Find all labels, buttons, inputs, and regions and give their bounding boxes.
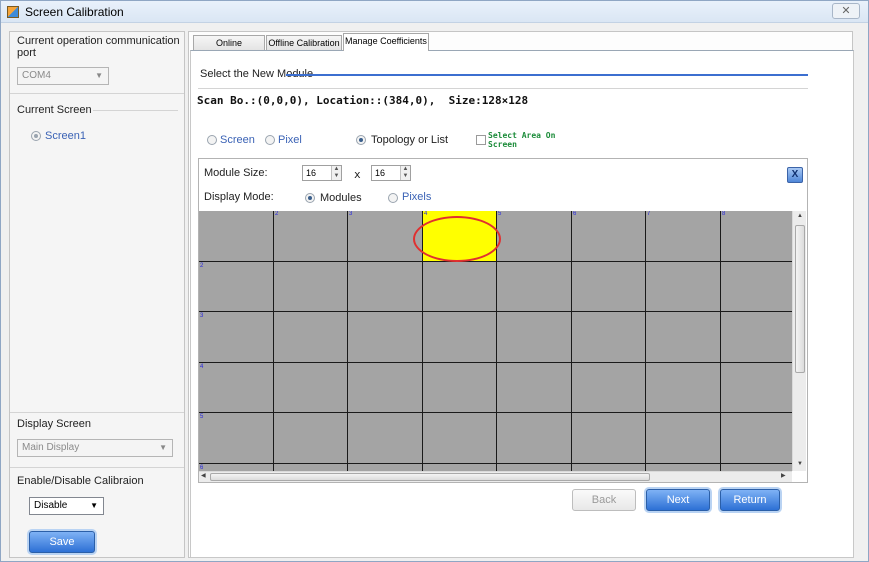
- close-button[interactable]: ✕: [832, 3, 860, 19]
- enable-disable-value: Disable: [34, 500, 68, 511]
- grid-column-line: [571, 211, 572, 471]
- enable-disable-label: Enable/Disable Calibraion: [17, 475, 144, 487]
- pixel-radio-label[interactable]: Pixel: [278, 134, 302, 146]
- grid-row-label: 5: [200, 414, 204, 420]
- module-grid[interactable]: 234567823456: [199, 211, 792, 471]
- module-height-value: 16: [375, 168, 386, 178]
- divider: [93, 110, 178, 111]
- section-divider: [286, 74, 808, 76]
- module-height-stepper[interactable]: 16 ▲ ▼: [371, 165, 411, 181]
- chevron-down-icon: ▼: [90, 501, 98, 510]
- next-button[interactable]: Next: [646, 489, 710, 511]
- scroll-up-icon[interactable]: ▲: [797, 213, 803, 219]
- grid-column-label: 3: [349, 211, 353, 217]
- highlight-ellipse: [413, 216, 501, 262]
- pixel-radio[interactable]: [265, 135, 275, 145]
- horizontal-scrollbar[interactable]: ◀ ▶: [199, 471, 792, 482]
- screen-radio[interactable]: [207, 135, 217, 145]
- grid-column-line: [347, 211, 348, 471]
- divider: [10, 412, 184, 413]
- scan-info: Scan Bo.:(0,0,0), Location::(384,0), Siz…: [197, 94, 529, 107]
- select-area-label-line2[interactable]: Screen: [488, 141, 517, 149]
- times-sign: x: [354, 168, 361, 181]
- grid-row-label: 2: [200, 263, 204, 269]
- scroll-down-icon[interactable]: ▼: [797, 461, 803, 467]
- divider: [198, 88, 808, 89]
- scroll-thumb[interactable]: [210, 473, 650, 481]
- comm-port-label: Current operation communication port: [17, 35, 180, 59]
- tab-manage-coefficients[interactable]: Manage Coefficients: [343, 33, 429, 51]
- scroll-thumb[interactable]: [795, 225, 805, 373]
- vertical-scrollbar[interactable]: ▲ ▼: [792, 211, 806, 471]
- return-button[interactable]: Return: [720, 489, 780, 511]
- grid-column-label: 6: [573, 211, 577, 217]
- select-area-label-line1[interactable]: Select Area On: [488, 132, 555, 140]
- screen1-label[interactable]: Screen1: [45, 130, 86, 142]
- window-title: Screen Calibration: [25, 5, 124, 19]
- close-panel-button[interactable]: X: [787, 167, 803, 183]
- title-bar: Screen Calibration ✕: [1, 1, 868, 23]
- grid-column-line: [645, 211, 646, 471]
- grid-column-label: 4: [424, 211, 428, 217]
- screen-radio-label[interactable]: Screen: [220, 134, 255, 146]
- comm-port-select[interactable]: COM4 ▼: [17, 67, 109, 85]
- scroll-left-icon[interactable]: ◀: [201, 472, 206, 479]
- grid-row-label: 3: [200, 313, 204, 319]
- pixels-radio[interactable]: [388, 193, 398, 203]
- grid-column-label: 8: [722, 211, 726, 217]
- module-width-stepper[interactable]: 16 ▲ ▼: [302, 165, 342, 181]
- divider: [10, 467, 184, 468]
- grid-row-line: [199, 261, 792, 262]
- grid-row-label: 4: [200, 364, 204, 370]
- display-screen-value: Main Display: [22, 442, 80, 453]
- select-area-checkbox[interactable]: [476, 135, 486, 145]
- pixels-radio-label[interactable]: Pixels: [402, 191, 431, 203]
- grid-column-label: 7: [647, 211, 651, 217]
- tab-online-calibration[interactable]: Online Calibration: [193, 35, 265, 62]
- module-size-label: Module Size:: [204, 167, 268, 179]
- topology-radio[interactable]: [356, 135, 366, 145]
- chevron-down-icon: ▼: [95, 71, 103, 80]
- grid-row-line: [199, 311, 792, 312]
- module-width-value: 16: [306, 168, 317, 178]
- modules-radio[interactable]: [305, 193, 315, 203]
- enable-disable-select[interactable]: Disable ▼: [29, 497, 104, 515]
- spinner-arrows-icon[interactable]: ▲ ▼: [400, 166, 410, 180]
- screen1-radio[interactable]: [31, 131, 41, 141]
- chevron-down-icon: ▼: [159, 443, 167, 452]
- comm-port-value: COM4: [22, 70, 51, 81]
- topology-radio-label[interactable]: Topology or List: [371, 134, 448, 146]
- grid-row-line: [199, 362, 792, 363]
- display-screen-label: Display Screen: [17, 418, 91, 430]
- spinner-arrows-icon[interactable]: ▲ ▼: [331, 166, 341, 180]
- app-icon: [7, 6, 19, 18]
- display-screen-select[interactable]: Main Display ▼: [17, 439, 173, 457]
- grid-column-line: [720, 211, 721, 471]
- grid-column-label: 5: [498, 211, 502, 217]
- divider: [10, 93, 184, 94]
- save-button[interactable]: Save: [29, 531, 95, 553]
- back-button[interactable]: Back: [572, 489, 636, 511]
- grid-row-line: [199, 412, 792, 413]
- tab-offline-calibration[interactable]: Offline Calibration: [266, 35, 342, 50]
- display-mode-label: Display Mode:: [204, 191, 274, 203]
- grid-column-line: [273, 211, 274, 471]
- grid-row-line: [199, 463, 792, 464]
- modules-radio-label[interactable]: Modules: [320, 192, 362, 204]
- current-screen-label: Current Screen: [17, 104, 92, 116]
- grid-column-line: [496, 211, 497, 471]
- grid-column-label: 2: [275, 211, 279, 217]
- scroll-right-icon[interactable]: ▶: [781, 472, 786, 479]
